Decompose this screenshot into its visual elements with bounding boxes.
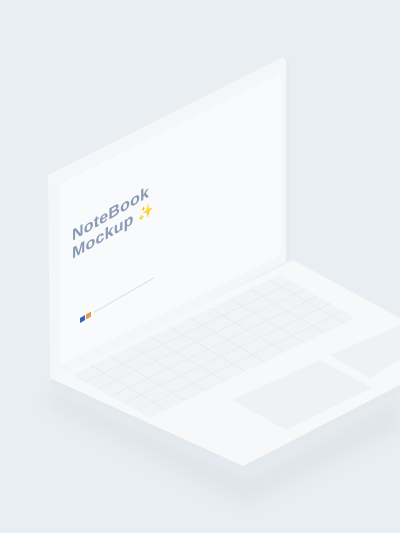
brand-badge-orange-icon xyxy=(86,311,91,320)
brand-badge-blue-icon xyxy=(80,315,85,323)
laptop-scene xyxy=(45,57,400,505)
